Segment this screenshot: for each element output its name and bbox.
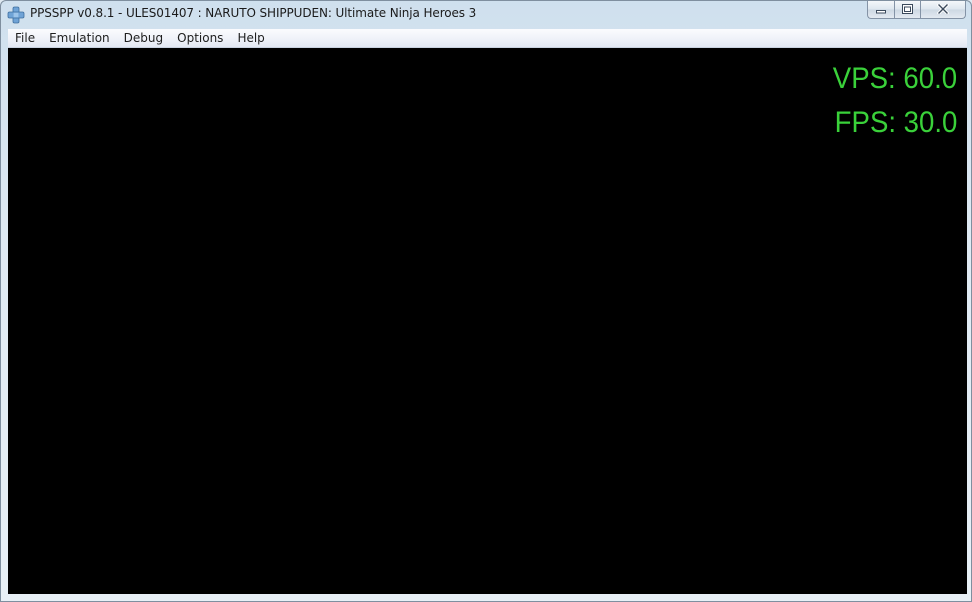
ppsspp-logo-icon: [7, 6, 25, 24]
menu-emulation[interactable]: Emulation: [42, 29, 117, 48]
window-title: PPSSPP v0.8.1 - ULES01407 : NARUTO SHIPP…: [30, 6, 477, 20]
caption-buttons: [867, 1, 966, 20]
menu-bar: File Emulation Debug Options Help: [8, 29, 967, 48]
close-icon: [936, 1, 950, 19]
app-window: PPSSPP v0.8.1 - ULES01407 : NARUTO SHIPP…: [0, 0, 972, 602]
menu-file[interactable]: File: [8, 29, 42, 48]
menu-debug[interactable]: Debug: [117, 29, 170, 48]
menu-help[interactable]: Help: [230, 29, 271, 48]
game-display[interactable]: VPS: 60.0 FPS: 30.0: [8, 48, 967, 594]
title-bar[interactable]: PPSSPP v0.8.1 - ULES01407 : NARUTO SHIPP…: [1, 1, 971, 28]
minimize-icon: [876, 1, 886, 19]
vps-counter: VPS: 60.0: [832, 62, 957, 95]
restore-icon: [902, 1, 913, 19]
maximize-button[interactable]: [894, 1, 920, 19]
menu-options[interactable]: Options: [170, 29, 230, 48]
minimize-button[interactable]: [867, 1, 894, 19]
fps-counter: FPS: 30.0: [834, 106, 957, 139]
close-button[interactable]: [920, 1, 966, 19]
